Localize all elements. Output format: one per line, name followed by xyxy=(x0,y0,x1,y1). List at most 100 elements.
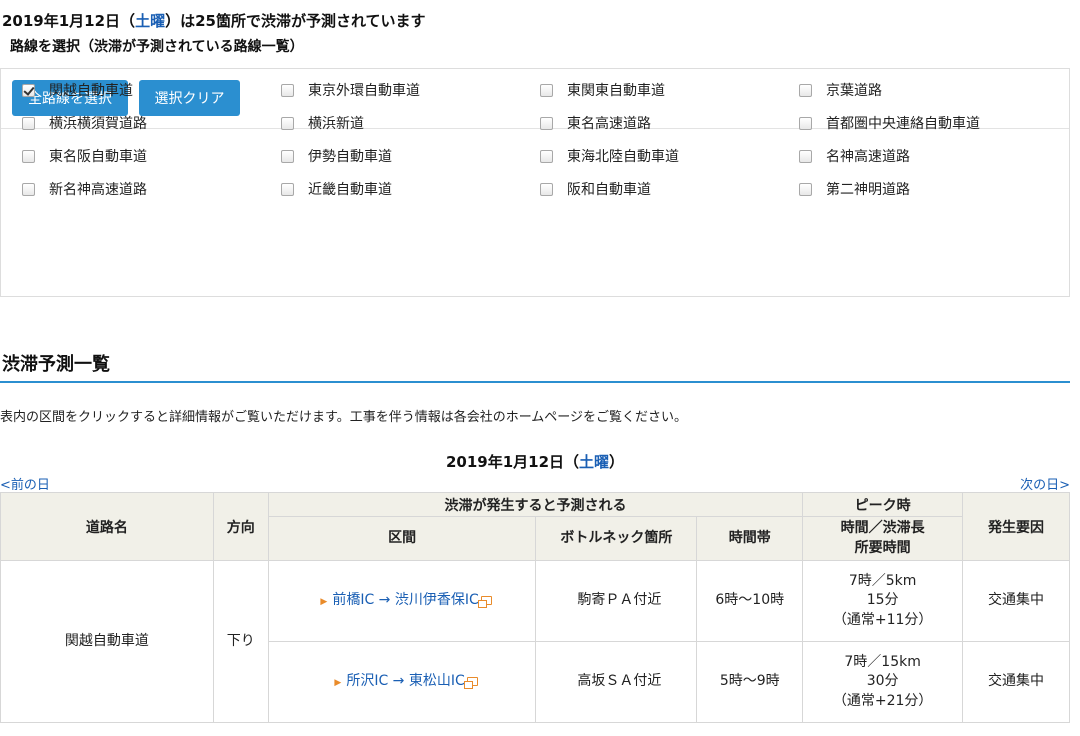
road-name-cell: 関越自動車道 xyxy=(0,560,214,723)
table-date-suffix: ） xyxy=(609,453,625,471)
route-option-keiyo[interactable]: 京葉道路 xyxy=(799,80,882,100)
route-option-daini-shinmei[interactable]: 第二神明道路 xyxy=(799,179,910,199)
route-label: 名神高速道路 xyxy=(826,149,910,165)
section-divider xyxy=(0,381,1070,383)
peak-cell: 7時／5km 15分 （通常+11分） xyxy=(802,560,964,642)
route-option-yokohama-shindo[interactable]: 横浜新道 xyxy=(281,113,364,133)
cause-cell: 交通集中 xyxy=(962,560,1070,642)
direction-cell: 下り xyxy=(212,560,269,723)
peak-normal: （通常+21分） xyxy=(832,692,933,709)
route-label: 関越自動車道 xyxy=(49,83,133,99)
route-label: 首都圏中央連絡自動車道 xyxy=(826,116,980,132)
route-checkbox[interactable] xyxy=(799,149,812,163)
route-label: 近畿自動車道 xyxy=(308,182,392,198)
header-predicted-group: 渋滞が発生すると予測される xyxy=(267,492,804,517)
route-checkbox[interactable] xyxy=(22,83,35,97)
next-day-link[interactable]: 次の日> xyxy=(1020,474,1070,493)
section-text: 前橋IC → 渋川伊香保IC xyxy=(332,592,479,609)
route-option-higashi-kanto[interactable]: 東関東自動車道 xyxy=(540,80,665,100)
peak-length: 7時／5km xyxy=(848,572,917,589)
headline-summary: ）は25箇所で渋滞が予測されています xyxy=(165,12,426,30)
forecast-headline: 2019年1月12日（土曜）は25箇所で渋滞が予測されています xyxy=(2,10,426,31)
route-checkbox[interactable] xyxy=(540,149,553,163)
section-text: 所沢IC → 東松山IC xyxy=(346,673,465,690)
peak-duration: 30分 xyxy=(866,673,899,690)
header-section: 区間 xyxy=(267,516,537,561)
bullet-arrow-icon: ▶ xyxy=(320,597,328,608)
forecast-notice: 表内の区間をクリックすると詳細情報がご覧いただけます。工事を伴う情報は各会社のホ… xyxy=(0,410,688,425)
header-direction: 方向 xyxy=(212,492,269,561)
header-road: 道路名 xyxy=(0,492,214,561)
header-peak-group: ピーク時 xyxy=(802,492,964,517)
route-option-hanwa[interactable]: 阪和自動車道 xyxy=(540,179,651,199)
section-link[interactable]: ▶ 所沢IC → 東松山IC xyxy=(267,641,537,723)
prev-day-link[interactable]: <前の日 xyxy=(0,474,50,493)
bullet-arrow-icon: ▶ xyxy=(334,678,342,689)
peak-normal: （通常+11分） xyxy=(832,611,933,628)
time-band-cell: 6時〜10時 xyxy=(696,560,804,642)
route-checkbox[interactable] xyxy=(22,116,35,130)
route-label: 伊勢自動車道 xyxy=(308,149,392,165)
route-label: 新名神高速道路 xyxy=(49,182,147,198)
peak-length: 7時／15km xyxy=(844,653,921,670)
route-label: 東関東自動車道 xyxy=(567,83,665,99)
table-date-heading: 2019年1月12日（土曜） xyxy=(0,451,1070,472)
table-date: 2019年1月12日（ xyxy=(445,453,580,471)
table-day-of-week: 土曜 xyxy=(579,453,610,471)
clear-selection-button[interactable]: 選択クリア xyxy=(139,80,240,116)
route-option-higashi-meihan[interactable]: 東名阪自動車道 xyxy=(22,146,147,166)
header-peak-line1: 時間／渋滞長 xyxy=(840,519,925,536)
peak-cell: 7時／15km 30分 （通常+21分） xyxy=(802,641,964,723)
headline-day-of-week: 土曜 xyxy=(135,12,166,30)
route-checkbox[interactable] xyxy=(540,182,553,196)
route-checkbox[interactable] xyxy=(799,182,812,196)
header-cause: 発生要因 xyxy=(962,492,1070,561)
time-band-cell: 5時〜9時 xyxy=(696,641,804,723)
peak-duration: 15分 xyxy=(866,592,899,609)
route-option-ken-o[interactable]: 首都圏中央連絡自動車道 xyxy=(799,113,980,133)
route-option-tokai-hokuriku[interactable]: 東海北陸自動車道 xyxy=(540,146,679,166)
route-select-subtitle: 路線を選択（渋滞が予測されている路線一覧） xyxy=(10,39,304,55)
route-checkbox[interactable] xyxy=(799,83,812,97)
header-peak-line2: 所要時間 xyxy=(854,539,911,556)
route-checkbox[interactable] xyxy=(281,149,294,163)
header-bottleneck: ボトルネック箇所 xyxy=(535,516,698,561)
route-label: 東海北陸自動車道 xyxy=(567,149,679,165)
route-checkbox[interactable] xyxy=(281,182,294,196)
route-label: 阪和自動車道 xyxy=(567,182,651,198)
route-label: 東名高速道路 xyxy=(567,116,651,132)
bottleneck-cell: 駒寄ＰＡ付近 xyxy=(535,560,698,642)
route-checkbox[interactable] xyxy=(281,116,294,130)
route-option-meishin[interactable]: 名神高速道路 xyxy=(799,146,910,166)
route-option-kanetsu[interactable]: 関越自動車道 xyxy=(22,80,133,100)
section-link[interactable]: ▶ 前橋IC → 渋川伊香保IC xyxy=(267,560,537,642)
route-label: 京葉道路 xyxy=(826,83,882,99)
external-link-icon xyxy=(477,595,492,608)
table-row: 関越自動車道 下り ▶ 前橋IC → 渋川伊香保IC 駒寄ＰＡ付近 6時〜10時 … xyxy=(0,560,1070,723)
route-checkbox[interactable] xyxy=(22,182,35,196)
route-option-shin-meishin[interactable]: 新名神高速道路 xyxy=(22,179,147,199)
route-label: 東京外環自動車道 xyxy=(308,83,420,99)
route-label: 横浜横須賀道路 xyxy=(49,116,147,132)
route-option-yokohama-yokosuka[interactable]: 横浜横須賀道路 xyxy=(22,113,147,133)
route-checkbox[interactable] xyxy=(540,116,553,130)
route-option-gaikan[interactable]: 東京外環自動車道 xyxy=(281,80,420,100)
route-checkbox[interactable] xyxy=(281,83,294,97)
congestion-forecast-table: 道路名 方向 渋滞が発生すると予測される ピーク時 発生要因 区間 ボトルネック… xyxy=(0,492,1070,723)
forecast-section-title: 渋滞予測一覧 xyxy=(2,354,110,375)
route-checkbox[interactable] xyxy=(22,149,35,163)
external-link-icon xyxy=(463,676,478,689)
cause-cell: 交通集中 xyxy=(962,641,1070,723)
header-peak: 時間／渋滞長 所要時間 xyxy=(802,516,964,561)
route-label: 第二神明道路 xyxy=(826,182,910,198)
route-label: 東名阪自動車道 xyxy=(49,149,147,165)
route-option-tomei[interactable]: 東名高速道路 xyxy=(540,113,651,133)
route-option-ise[interactable]: 伊勢自動車道 xyxy=(281,146,392,166)
route-checkbox[interactable] xyxy=(540,83,553,97)
route-label: 横浜新道 xyxy=(308,116,364,132)
bottleneck-cell: 高坂ＳＡ付近 xyxy=(535,641,698,723)
header-time-band: 時間帯 xyxy=(696,516,804,561)
headline-date: 2019年1月12日（ xyxy=(2,12,136,30)
route-option-kinki[interactable]: 近畿自動車道 xyxy=(281,179,392,199)
route-checkbox[interactable] xyxy=(799,116,812,130)
